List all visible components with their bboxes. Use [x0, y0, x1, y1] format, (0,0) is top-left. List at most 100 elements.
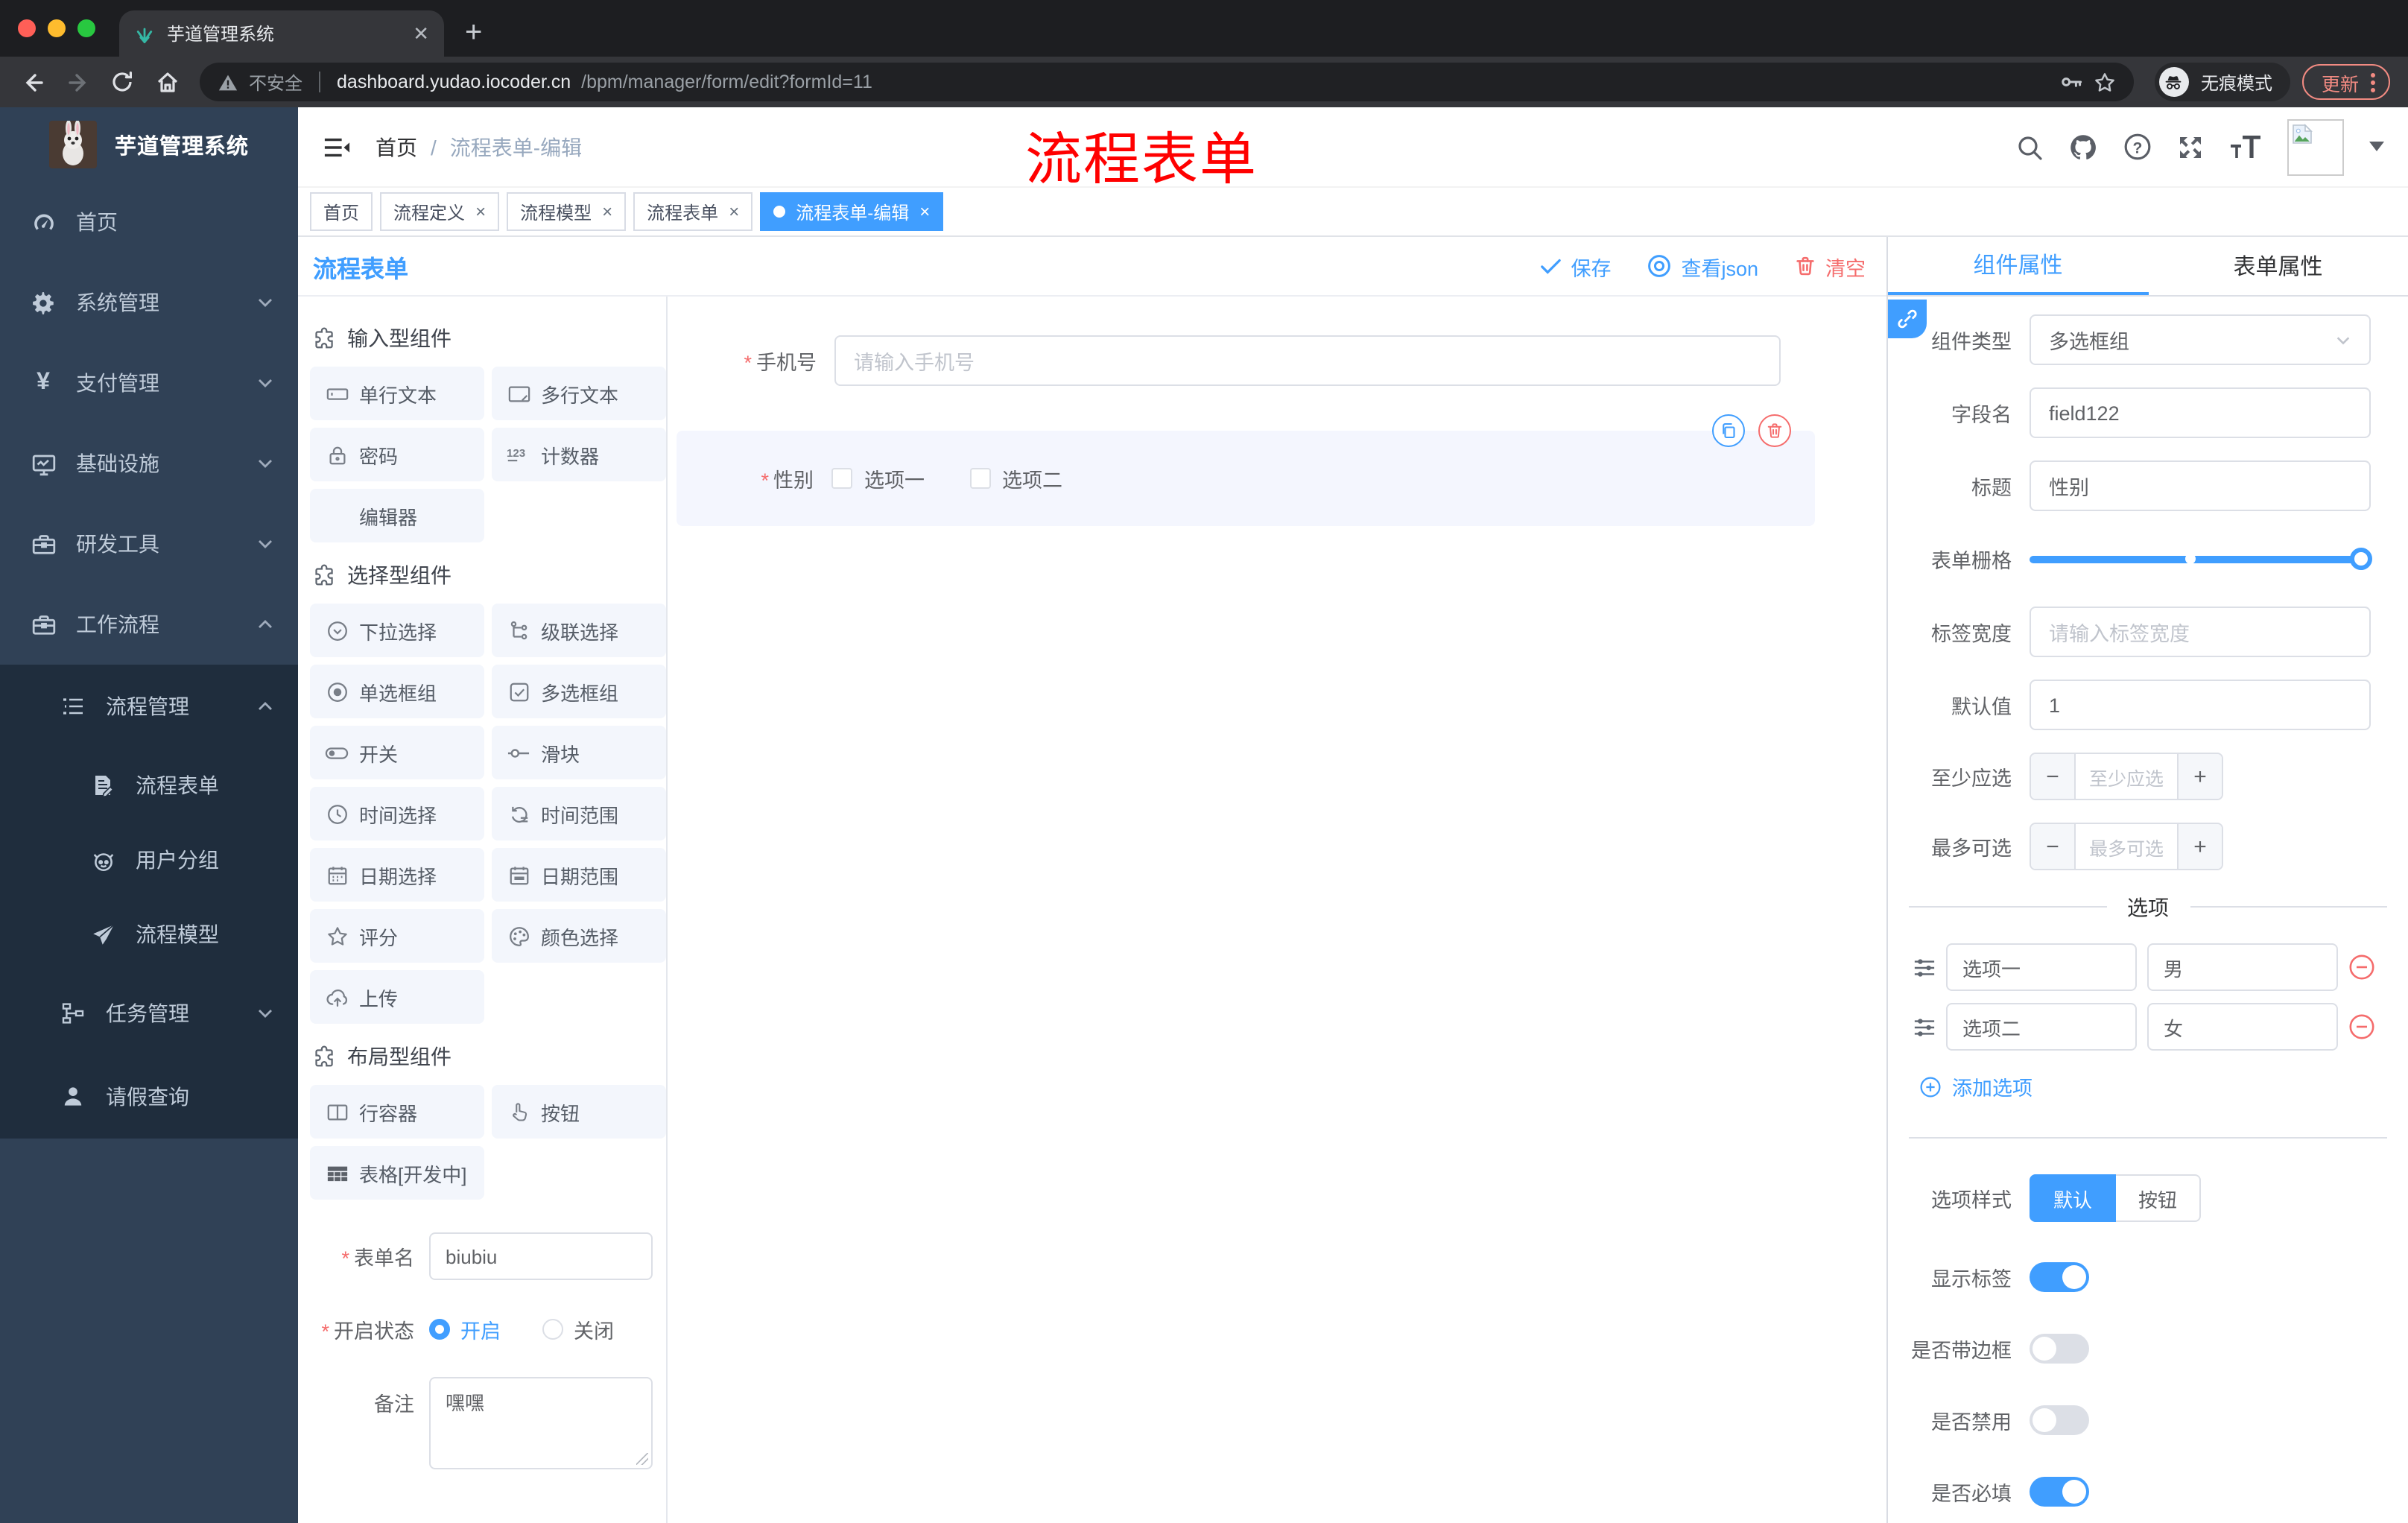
palette-item-table[interactable]: 表格[开发中]	[310, 1146, 484, 1200]
option-label-input[interactable]: 选项一	[1946, 943, 2137, 991]
fullscreen-icon[interactable]	[2177, 133, 2204, 160]
sidebar-item-system[interactable]: 系统管理	[0, 262, 298, 343]
palette-item-button[interactable]: 按钮	[492, 1085, 666, 1139]
component-type-select[interactable]: 多选框组	[2030, 314, 2371, 365]
tag-process-model[interactable]: 流程模型 ×	[507, 192, 627, 231]
checkbox[interactable]	[969, 468, 990, 489]
drag-handle-icon[interactable]	[1913, 1016, 1936, 1038]
address-bar[interactable]: 不安全 dashboard.yudao.iocoder.cn/bpm/manag…	[200, 63, 2134, 101]
sidebar-toggle-icon[interactable]	[310, 120, 364, 174]
home-button[interactable]	[146, 61, 188, 103]
checkbox[interactable]	[831, 468, 852, 489]
avatar[interactable]	[2287, 118, 2344, 175]
help-icon[interactable]: ?	[2123, 133, 2152, 161]
tab-close-icon[interactable]: ✕	[413, 22, 429, 45]
link-tab[interactable]	[1888, 300, 1927, 338]
palette-item-time-range[interactable]: 时间范围	[492, 787, 666, 840]
slider-handle[interactable]	[2350, 548, 2372, 570]
palette-item-cascader[interactable]: 级联选择	[492, 604, 666, 657]
palette-item-upload[interactable]: 上传	[310, 970, 484, 1024]
palette-item-checkbox-group[interactable]: 多选框组	[492, 665, 666, 718]
form-name-input[interactable]: biubiu	[429, 1232, 653, 1280]
breadcrumb-home[interactable]: 首页	[376, 135, 417, 159]
border-toggle[interactable]	[2030, 1334, 2089, 1364]
clear-button[interactable]: 清空	[1794, 251, 1866, 281]
palette-item-select[interactable]: 下拉选择	[310, 604, 484, 657]
new-tab-button[interactable]: +	[444, 10, 503, 57]
search-icon[interactable]	[2016, 133, 2043, 160]
disabled-toggle[interactable]	[2030, 1405, 2089, 1435]
duplicate-component-button[interactable]	[1712, 414, 1745, 447]
remove-option-button[interactable]	[2348, 954, 2375, 981]
palette-item-date-picker[interactable]: 日期选择	[310, 848, 484, 902]
label-width-input[interactable]: 请输入标签宽度	[2030, 607, 2371, 657]
tag-close-icon[interactable]: ×	[602, 201, 612, 222]
tag-close-icon[interactable]: ×	[729, 201, 739, 222]
view-json-button[interactable]: 查看json	[1647, 251, 1758, 281]
palette-item-row-container[interactable]: 行容器	[310, 1085, 484, 1139]
required-toggle[interactable]	[2030, 1477, 2089, 1507]
style-default-button[interactable]: 默认	[2030, 1174, 2117, 1222]
gender-option-2[interactable]: 选项二	[969, 463, 1062, 493]
show-label-toggle[interactable]	[2030, 1262, 2089, 1292]
tag-process-def[interactable]: 流程定义 ×	[380, 192, 500, 231]
browser-menu-icon[interactable]	[2371, 72, 2375, 92]
remark-textarea[interactable]: 嘿嘿	[429, 1377, 653, 1469]
forward-button[interactable]	[57, 61, 98, 103]
sidebar-item-home[interactable]: 首页	[0, 182, 298, 262]
palette-item-slider[interactable]: 滑块	[492, 726, 666, 779]
sidebar-item-process-model[interactable]: 流程模型	[0, 897, 298, 972]
text-size-icon[interactable]	[2229, 134, 2262, 159]
field-name-input[interactable]: field122	[2030, 387, 2371, 438]
back-button[interactable]	[12, 61, 54, 103]
remove-option-button[interactable]	[2348, 1013, 2375, 1040]
save-button[interactable]: 保存	[1539, 251, 1611, 281]
palette-item-rate[interactable]: 评分	[310, 909, 484, 963]
window-zoom-button[interactable]	[77, 19, 95, 37]
update-button[interactable]: 更新	[2301, 64, 2390, 100]
tag-home[interactable]: 首页	[310, 192, 373, 231]
sidebar-item-leave-query[interactable]: 请假查询	[0, 1055, 298, 1139]
palette-item-switch[interactable]: 开关	[310, 726, 484, 779]
option-value-input[interactable]: 女	[2147, 1003, 2338, 1051]
palette-item-counter[interactable]: 123 计数器	[492, 428, 666, 481]
sidebar-item-task-mgmt[interactable]: 任务管理	[0, 972, 298, 1055]
stepper-minus-button[interactable]: −	[2031, 824, 2076, 869]
status-radio-off[interactable]: 关闭	[542, 1314, 614, 1344]
default-value-input[interactable]: 1	[2030, 680, 2371, 730]
reload-button[interactable]	[101, 61, 143, 103]
stepper-plus-button[interactable]: +	[2177, 754, 2222, 799]
palette-item-radio-group[interactable]: 单选框组	[310, 665, 484, 718]
stepper-plus-button[interactable]: +	[2177, 824, 2222, 869]
max-select-stepper[interactable]: − 最多可选 +	[2030, 823, 2223, 870]
window-minimize-button[interactable]	[48, 19, 66, 37]
gender-option-1[interactable]: 选项一	[831, 463, 925, 493]
tab-component-props[interactable]: 组件属性	[1888, 237, 2148, 295]
github-icon[interactable]	[2068, 132, 2098, 162]
tag-process-form-edit[interactable]: 流程表单-编辑 ×	[760, 192, 944, 231]
grid-slider[interactable]	[2030, 533, 2372, 584]
palette-item-single-text[interactable]: 单行文本	[310, 367, 484, 420]
password-key-icon[interactable]	[2059, 70, 2083, 94]
sidebar-item-infra[interactable]: 基础设施	[0, 423, 298, 504]
palette-item-date-range[interactable]: 日期范围	[492, 848, 666, 902]
sidebar-item-process-mgmt[interactable]: 流程管理	[0, 665, 298, 748]
caret-down-icon[interactable]	[2369, 142, 2384, 152]
palette-item-time-picker[interactable]: 时间选择	[310, 787, 484, 840]
min-select-stepper[interactable]: − 至少应选 +	[2030, 753, 2223, 800]
add-option-button[interactable]: 添加选项	[1919, 1071, 2408, 1101]
delete-component-button[interactable]	[1758, 414, 1791, 447]
bookmark-star-icon[interactable]	[2094, 71, 2116, 93]
tag-process-form[interactable]: 流程表单 ×	[633, 192, 753, 231]
sidebar-item-process-form[interactable]: 流程表单	[0, 748, 298, 823]
status-radio-on[interactable]: 开启	[429, 1314, 501, 1344]
palette-item-color-picker[interactable]: 颜色选择	[492, 909, 666, 963]
sidebar-item-workflow[interactable]: 工作流程	[0, 584, 298, 665]
option-value-input[interactable]: 男	[2147, 943, 2338, 991]
sidebar-item-devtools[interactable]: 研发工具	[0, 504, 298, 584]
tag-close-icon[interactable]: ×	[475, 201, 486, 222]
tag-close-icon[interactable]: ×	[919, 201, 930, 222]
sidebar-item-user-group[interactable]: 用户分组	[0, 823, 298, 897]
style-button-button[interactable]: 按钮	[2116, 1174, 2202, 1222]
sidebar-item-payment[interactable]: ¥ 支付管理	[0, 343, 298, 423]
